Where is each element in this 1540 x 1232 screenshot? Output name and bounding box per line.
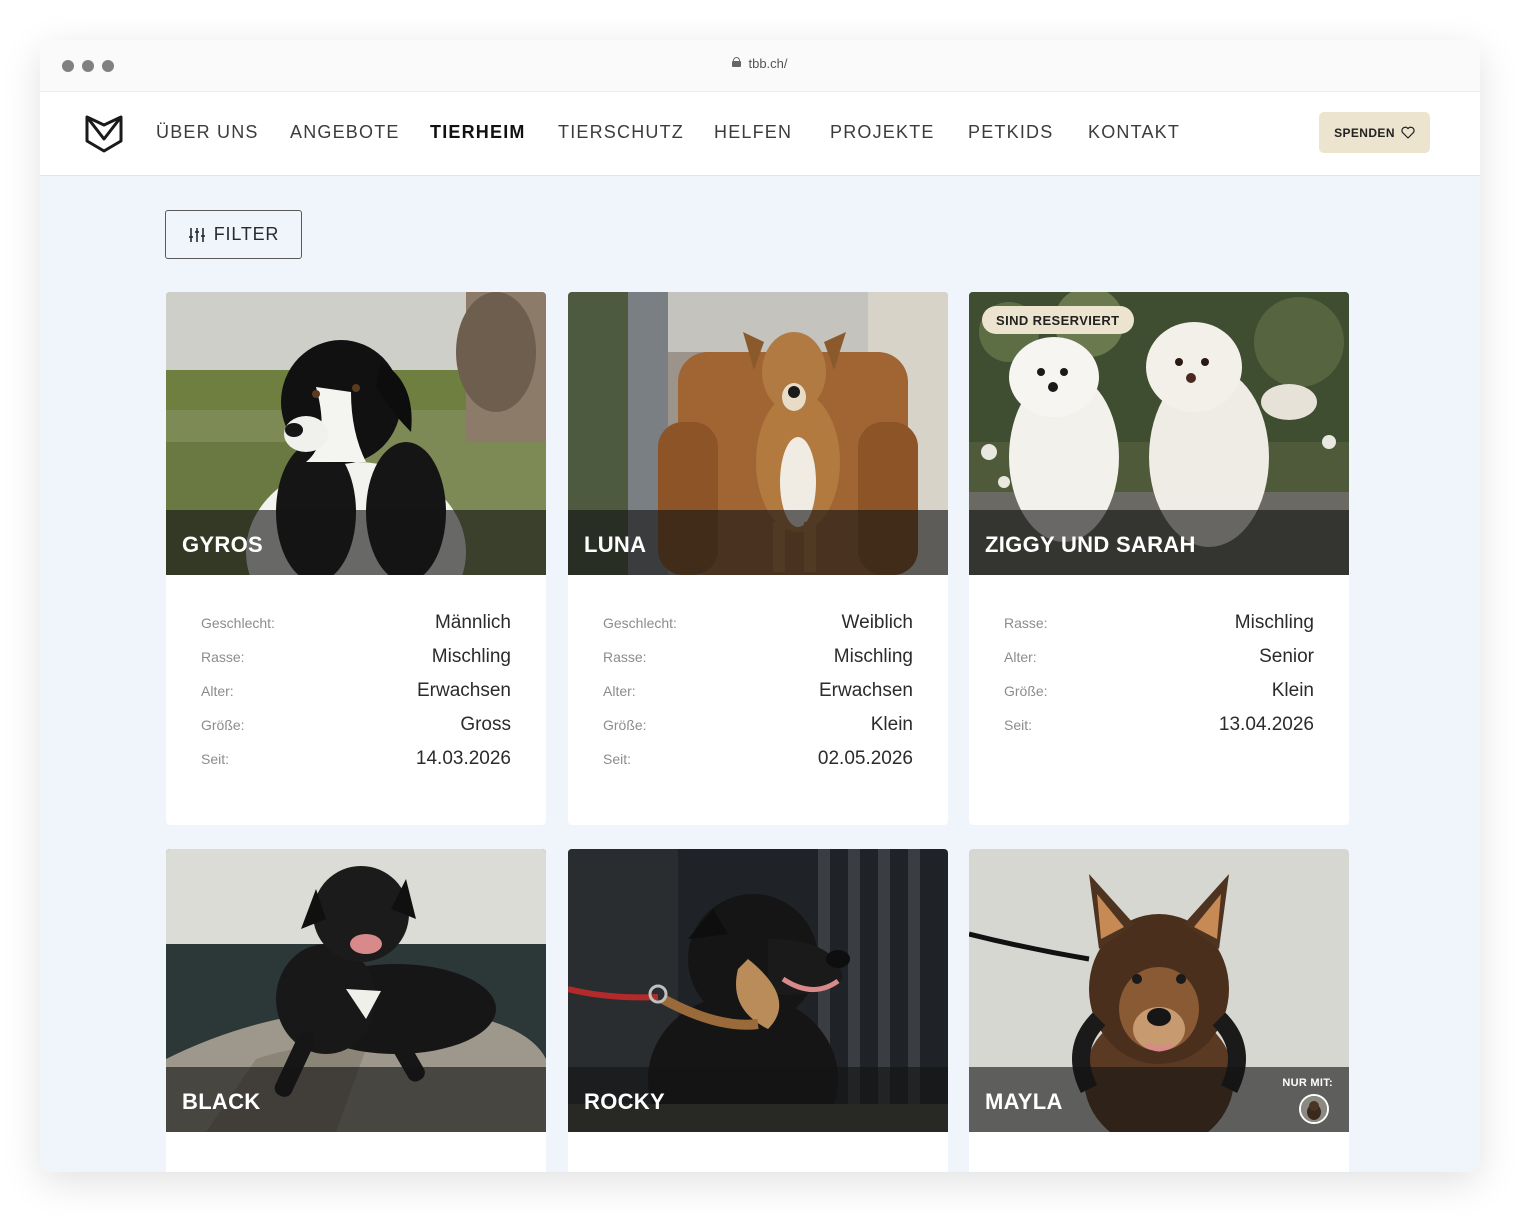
animal-name: MAYLA bbox=[985, 1089, 1063, 1114]
detail-value: Erwachsen bbox=[417, 680, 511, 701]
detail-label: Alter: bbox=[603, 683, 636, 699]
detail-label: Rasse: bbox=[201, 649, 245, 665]
lock-icon bbox=[732, 57, 742, 67]
reserved-badge: SIND RESERVIERT bbox=[982, 306, 1134, 334]
detail-value: Klein bbox=[870, 714, 913, 735]
animal-card-mayla[interactable]: MAYLA NUR MIT: bbox=[969, 849, 1349, 1172]
detail-value: Klein bbox=[1271, 680, 1314, 701]
name-bar: ROCKY bbox=[568, 1067, 948, 1132]
detail-value: 13.04.2026 bbox=[1218, 714, 1314, 735]
nav-item-ueber-uns[interactable]: ÜBER UNS bbox=[156, 122, 259, 143]
animal-photo: GYROS bbox=[166, 292, 546, 575]
animal-name: GYROS bbox=[182, 532, 263, 557]
detail-label: Rasse: bbox=[1004, 615, 1048, 631]
animal-details: Rasse: Mischling Alter: Senior Größe: Klein… bbox=[1004, 612, 1314, 748]
only-with-label: NUR MIT: bbox=[1282, 1077, 1333, 1089]
name-bar: GYROS bbox=[166, 510, 546, 575]
name-bar: LUNA bbox=[568, 510, 948, 575]
animal-card-rocky[interactable]: ROCKY bbox=[568, 849, 948, 1172]
detail-row: Seit: 02.05.2026 bbox=[603, 748, 913, 782]
detail-value: Mischling bbox=[1234, 612, 1314, 633]
animal-card-black[interactable]: BLACK bbox=[166, 849, 546, 1172]
animal-photo: SIND RESERVIERT ZIGGY UND SARAH bbox=[969, 292, 1349, 575]
browser-chrome: tbb.ch/ bbox=[40, 40, 1480, 92]
nav-item-angebote[interactable]: ANGEBOTE bbox=[290, 122, 400, 143]
detail-row: Geschlecht: Weiblich bbox=[603, 612, 913, 646]
animal-details: Geschlecht: Weiblich Rasse: Mischling Alte… bbox=[603, 612, 913, 782]
detail-row: Alter: Erwachsen bbox=[603, 680, 913, 714]
animal-name: ZIGGY UND SARAH bbox=[985, 532, 1196, 557]
nav-item-tierheim[interactable]: TIERHEIM bbox=[430, 122, 526, 143]
detail-label: Geschlecht: bbox=[603, 615, 677, 631]
detail-value: Männlich bbox=[434, 612, 511, 633]
animal-card-gyros[interactable]: GYROS Geschlecht: Männlich Rasse: Mischlin… bbox=[166, 292, 546, 825]
name-bar: ZIGGY UND SARAH bbox=[969, 510, 1349, 575]
animal-details: Geschlecht: Männlich Rasse: Mischling Alte… bbox=[201, 612, 511, 782]
detail-label: Alter: bbox=[1004, 649, 1037, 665]
main-navigation: ÜBER UNS ANGEBOTE TIERHEIM TIERSCHUTZ HE… bbox=[40, 92, 1480, 176]
address-bar[interactable]: tbb.ch/ bbox=[40, 40, 1480, 86]
name-bar: BLACK bbox=[166, 1067, 546, 1132]
filter-label: FILTER bbox=[213, 224, 280, 244]
detail-label: Größe: bbox=[201, 717, 245, 733]
detail-row: Seit: 14.03.2026 bbox=[201, 748, 511, 782]
browser-window: tbb.ch/ ÜBER UNS ANGEBOTE TIERHEIM TIERS… bbox=[40, 40, 1480, 1172]
detail-label: Größe: bbox=[603, 717, 647, 733]
detail-row: Rasse: Mischling bbox=[201, 646, 511, 680]
animal-card-luna[interactable]: LUNA Geschlecht: Weiblich Rasse: Mischling… bbox=[568, 292, 948, 825]
animal-photo: BLACK bbox=[166, 849, 546, 1132]
detail-row: Größe: Klein bbox=[603, 714, 913, 748]
detail-label: Seit: bbox=[201, 751, 230, 767]
detail-value: Mischling bbox=[833, 646, 913, 667]
detail-row: Seit: 13.04.2026 bbox=[1004, 714, 1314, 748]
detail-label: Rasse: bbox=[603, 649, 647, 665]
donate-label: SPENDEN bbox=[1334, 125, 1395, 140]
detail-value: Weiblich bbox=[841, 612, 913, 633]
detail-value: 02.05.2026 bbox=[817, 748, 913, 769]
detail-row: Größe: Klein bbox=[1004, 680, 1314, 714]
companion-dog-icon bbox=[1301, 1096, 1327, 1122]
animal-name: LUNA bbox=[584, 532, 647, 557]
companion-avatar[interactable] bbox=[1299, 1094, 1329, 1124]
detail-row: Alter: Senior bbox=[1004, 646, 1314, 680]
detail-value: Gross bbox=[460, 714, 511, 735]
donate-button[interactable]: SPENDEN bbox=[1319, 112, 1430, 153]
animal-photo: LUNA bbox=[568, 292, 948, 575]
animal-name: ROCKY bbox=[584, 1089, 665, 1114]
detail-value: Senior bbox=[1259, 646, 1314, 667]
detail-value: Erwachsen bbox=[819, 680, 913, 701]
nav-item-kontakt[interactable]: KONTAKT bbox=[1088, 122, 1180, 143]
detail-row: Geschlecht: Männlich bbox=[201, 612, 511, 646]
detail-label: Größe: bbox=[1004, 683, 1048, 699]
detail-row: Rasse: Mischling bbox=[603, 646, 913, 680]
detail-value: Mischling bbox=[431, 646, 511, 667]
detail-row: Größe: Gross bbox=[201, 714, 511, 748]
logo-icon[interactable] bbox=[84, 111, 124, 155]
nav-item-petkids[interactable]: PETKIDS bbox=[968, 122, 1053, 143]
detail-row: Rasse: Mischling bbox=[1004, 612, 1314, 646]
detail-label: Seit: bbox=[603, 751, 632, 767]
url-text: tbb.ch/ bbox=[748, 55, 788, 71]
detail-value: 14.03.2026 bbox=[415, 748, 511, 769]
filter-button[interactable]: FILTER bbox=[165, 210, 302, 259]
animal-card-ziggy-und-sarah[interactable]: SIND RESERVIERT ZIGGY UND SARAH Rasse: Mi… bbox=[969, 292, 1349, 825]
detail-label: Geschlecht: bbox=[201, 615, 275, 631]
animal-name: BLACK bbox=[182, 1089, 261, 1114]
nav-item-helfen[interactable]: HELFEN bbox=[714, 122, 792, 143]
nav-item-tierschutz[interactable]: TIERSCHUTZ bbox=[558, 122, 684, 143]
sliders-icon bbox=[188, 227, 205, 242]
name-bar: MAYLA NUR MIT: bbox=[969, 1067, 1349, 1132]
animal-photo: MAYLA NUR MIT: bbox=[969, 849, 1349, 1132]
detail-label: Alter: bbox=[201, 683, 234, 699]
nav-item-projekte[interactable]: PROJEKTE bbox=[830, 122, 935, 143]
heart-icon bbox=[1401, 126, 1415, 139]
detail-label: Seit: bbox=[1004, 717, 1033, 733]
animal-photo: ROCKY bbox=[568, 849, 948, 1132]
detail-row: Alter: Erwachsen bbox=[201, 680, 511, 714]
